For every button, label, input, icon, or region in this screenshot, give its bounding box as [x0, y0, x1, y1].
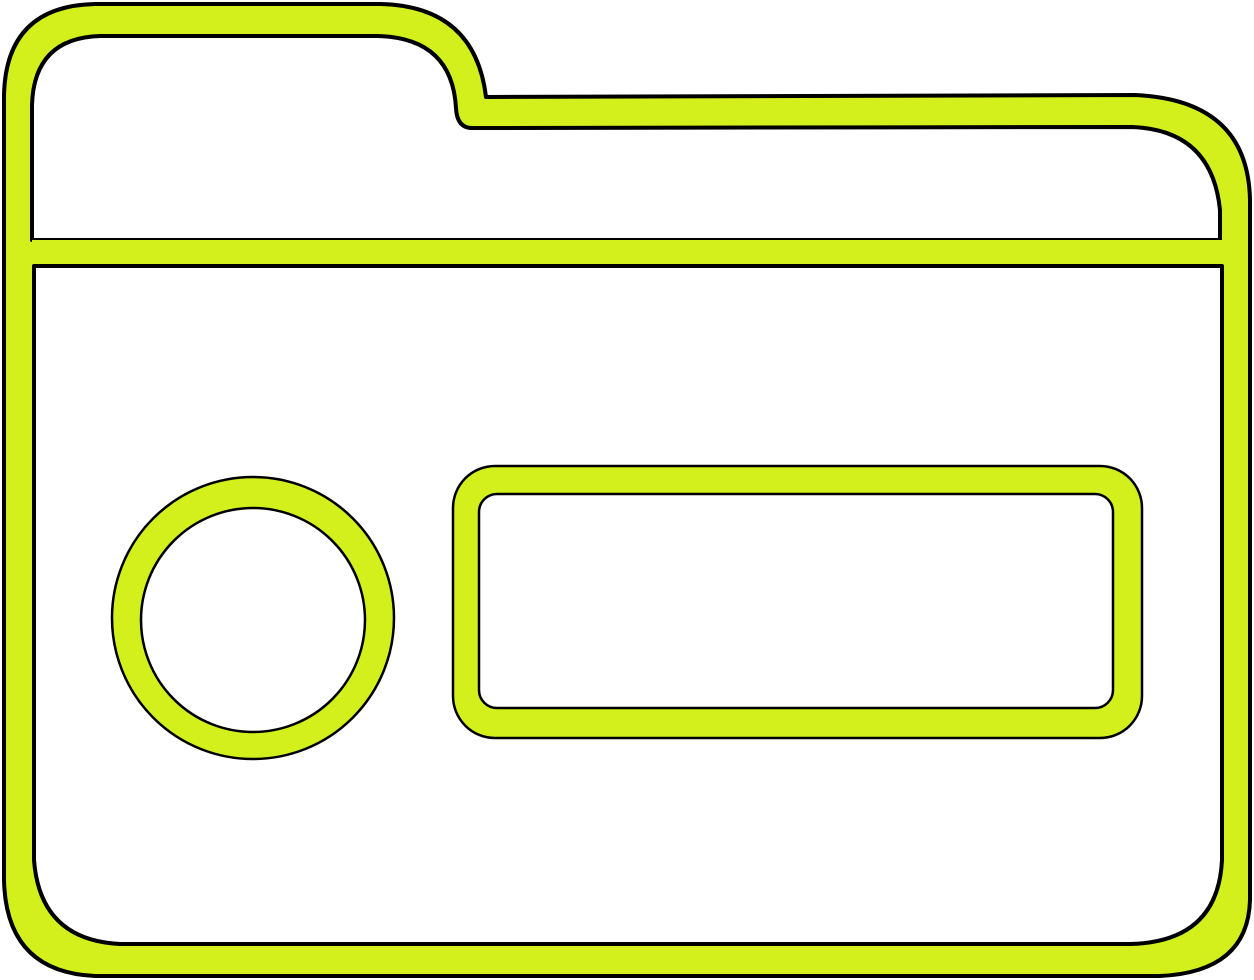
- circle-badge-inner: [139, 506, 367, 734]
- label-rectangle-inner: [477, 492, 1115, 710]
- folder-icon: [2, 2, 1252, 978]
- folder-tab-inner: [30, 34, 1222, 242]
- folder-icon-stage: [0, 0, 1254, 980]
- folder-tab-divider: [32, 240, 1222, 266]
